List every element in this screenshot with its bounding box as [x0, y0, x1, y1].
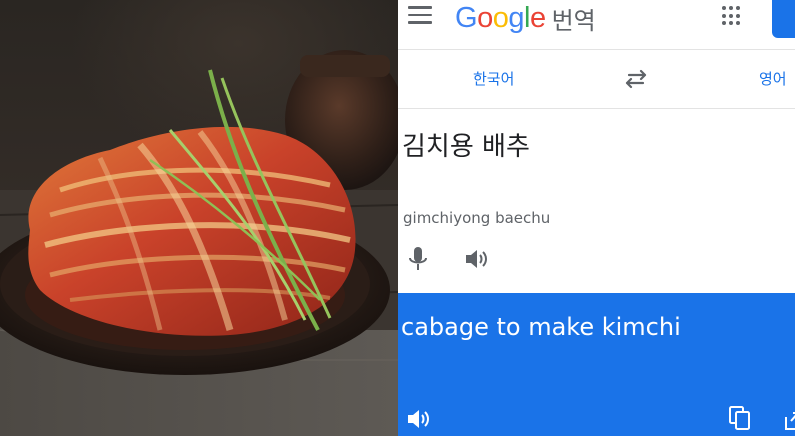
target-language-button[interactable]: 영어 [759, 68, 787, 89]
account-button[interactable] [772, 0, 795, 38]
romanization-text: gimchiyong baechu [403, 209, 551, 227]
copy-icon[interactable] [728, 405, 752, 431]
swap-arrows-icon[interactable] [623, 67, 649, 91]
logo-letter-g2: g [508, 1, 524, 34]
hamburger-menu-icon[interactable] [408, 6, 432, 26]
speaker-icon[interactable] [406, 407, 432, 431]
logo-letter-g: G [455, 1, 478, 34]
logo-letter-o2: o [492, 1, 509, 34]
kimchi-photo [0, 0, 398, 436]
app-header: G o o g l e 번역 [398, 0, 795, 50]
apps-grid-icon[interactable] [722, 6, 742, 26]
logo-letter-o1: o [477, 1, 493, 34]
product-name: 번역 [551, 6, 596, 35]
microphone-icon[interactable] [407, 246, 429, 272]
speaker-icon[interactable] [464, 247, 490, 271]
translated-text: cabage to make kimchi [401, 313, 681, 341]
source-language-button[interactable]: 한국어 [473, 68, 514, 89]
translate-app: G o o g l e 번역 한국어 영어 김치용 배추 gimchiyong … [398, 0, 795, 436]
source-text[interactable]: 김치용 배추 [402, 126, 530, 163]
google-translate-logo: G o o g l e 번역 [455, 0, 596, 36]
kimchi-illustration [0, 50, 398, 436]
share-icon[interactable] [782, 407, 795, 431]
language-bar: 한국어 영어 [398, 51, 795, 109]
logo-letter-e: e [529, 1, 546, 34]
translation-result-card: cabage to make kimchi [398, 293, 795, 436]
